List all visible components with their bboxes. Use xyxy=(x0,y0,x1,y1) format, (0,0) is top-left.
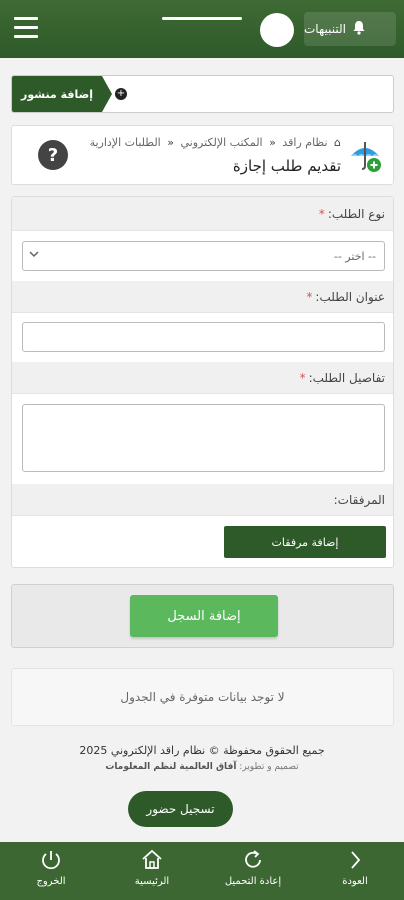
request-details-label-row: تفاصيل الطلب: * xyxy=(12,362,393,394)
umbrella-add-icon xyxy=(351,142,381,172)
top-bar: التنبيهات xyxy=(0,0,404,58)
request-type-select[interactable]: -- اختر -- xyxy=(22,241,385,271)
chevron-down-icon xyxy=(29,250,39,261)
nav-home[interactable]: الرئيسية xyxy=(117,848,187,896)
request-details-label: تفاصيل الطلب: xyxy=(308,370,385,385)
copyright-text: جميع الحقوق محفوظة © نظام راقد الإلكترون… xyxy=(79,744,325,757)
home-icon[interactable]: ⌂ xyxy=(334,136,341,149)
breadcrumb: ⌂ نظام راقد « المكتب الإلكتروني « الطلبا… xyxy=(90,136,341,149)
add-circle-icon[interactable]: + xyxy=(115,88,127,100)
notifications-label: التنبيهات xyxy=(304,22,346,36)
help-icon[interactable]: ? xyxy=(38,140,68,170)
nav-logout[interactable]: الخروج xyxy=(16,848,86,896)
request-type-label-row: نوع الطلب: * xyxy=(12,197,393,231)
page-header-card: ? ⌂ نظام راقد « المكتب الإلكتروني « الطل… xyxy=(11,125,394,185)
nav-back[interactable]: العودة xyxy=(320,848,390,896)
bottom-nav: الخروج الرئيسية إعادة التحميل العودة xyxy=(0,842,404,900)
data-table-empty: لا توجد بيانات متوفرة في الجدول xyxy=(11,668,394,726)
request-title-label-row: عنوان الطلب: * xyxy=(12,281,393,313)
required-mark: * xyxy=(318,206,325,221)
checkin-button[interactable]: تسجيل حضور xyxy=(128,791,233,827)
request-type-placeholder: -- اختر -- xyxy=(333,249,376,263)
nav-back-label: العودة xyxy=(342,876,368,887)
header-handle xyxy=(162,17,242,20)
request-title-input[interactable] xyxy=(22,322,385,352)
request-type-label: نوع الطلب: xyxy=(327,206,385,221)
add-record-button[interactable]: إضافة السجل xyxy=(130,595,278,637)
nav-logout-label: الخروج xyxy=(36,876,66,887)
design-company[interactable]: آفاق العالمية لنظم المعلومات xyxy=(105,762,236,772)
request-title-label: عنوان الطلب: xyxy=(315,289,385,304)
design-credit: تصميم و تطوير: آفاق العالمية لنظم المعلو… xyxy=(0,762,404,772)
notifications-button[interactable]: التنبيهات xyxy=(304,12,396,46)
breadcrumb-separator-icon: « xyxy=(269,136,276,149)
chevron-right-icon xyxy=(320,848,390,874)
hamburger-menu-icon[interactable] xyxy=(14,17,38,39)
add-post-button[interactable]: إضافة منشور xyxy=(12,76,102,112)
home-icon xyxy=(117,848,187,874)
attachments-label: المرفقات: xyxy=(333,492,385,507)
add-attachments-button[interactable]: إضافة مرفقات xyxy=(224,526,386,558)
power-icon xyxy=(16,848,86,874)
nav-home-label: الرئيسية xyxy=(134,876,170,887)
breadcrumb-item[interactable]: نظام راقد xyxy=(282,136,327,149)
attachments-label-row: المرفقات: xyxy=(12,484,393,516)
request-details-textarea[interactable] xyxy=(22,404,385,472)
breadcrumb-separator-icon: « xyxy=(167,136,174,149)
add-post-bar: إضافة منشور + xyxy=(11,75,394,113)
required-mark: * xyxy=(299,370,306,385)
nav-reload[interactable]: إعادة التحميل xyxy=(218,848,288,896)
breadcrumb-item[interactable]: الطلبات الإدارية xyxy=(90,136,161,149)
request-form: نوع الطلب: * -- اختر -- عنوان الطلب: * ت… xyxy=(11,196,394,568)
bell-icon xyxy=(352,20,366,39)
required-mark: * xyxy=(306,289,313,304)
submit-panel: إضافة السجل xyxy=(11,584,394,648)
nav-reload-label: إعادة التحميل xyxy=(224,876,282,887)
page-title: تقديم طلب إجازة xyxy=(232,157,341,175)
reload-icon xyxy=(218,848,288,874)
avatar[interactable] xyxy=(260,13,294,47)
breadcrumb-item[interactable]: المكتب الإلكتروني xyxy=(180,136,262,149)
design-prefix: تصميم و تطوير: xyxy=(239,762,299,772)
arrow-shape xyxy=(102,76,112,112)
